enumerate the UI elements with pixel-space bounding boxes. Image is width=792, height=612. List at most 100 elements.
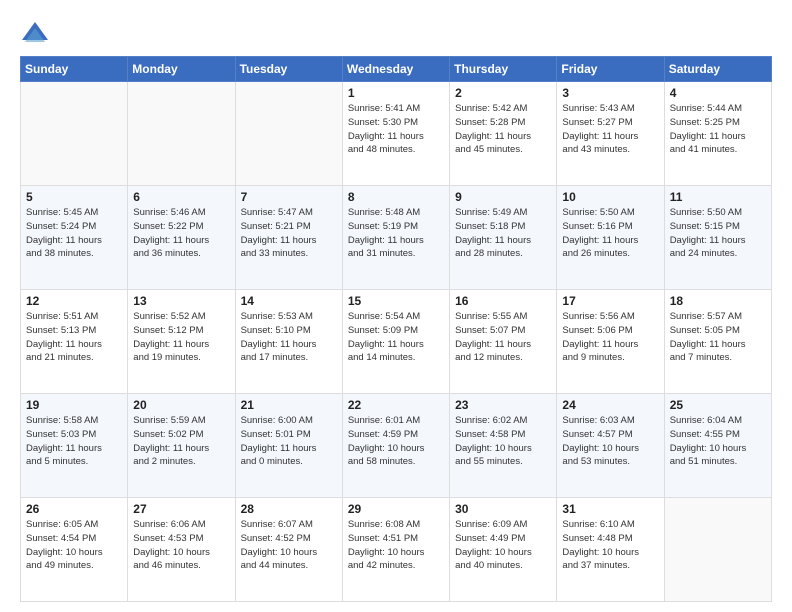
day-info: Sunrise: 5:53 AM Sunset: 5:10 PM Dayligh…: [241, 310, 337, 365]
day-number: 22: [348, 398, 444, 412]
calendar-cell: 13 Sunrise: 5:52 AM Sunset: 5:12 PM Dayli…: [128, 290, 235, 394]
calendar-week-0: 1 Sunrise: 5:41 AM Sunset: 5:30 PM Daylig…: [21, 82, 772, 186]
calendar-cell: 5 Sunrise: 5:45 AM Sunset: 5:24 PM Daylig…: [21, 186, 128, 290]
logo: [20, 18, 54, 48]
calendar-cell: 4 Sunrise: 5:44 AM Sunset: 5:25 PM Daylig…: [664, 82, 771, 186]
day-number: 2: [455, 86, 551, 100]
day-info: Sunrise: 5:52 AM Sunset: 5:12 PM Dayligh…: [133, 310, 229, 365]
header: [20, 18, 772, 48]
calendar-cell: 22Sunrise: 6:01 AM Sunset: 4:59 PM Dayli…: [342, 394, 449, 498]
day-info: Sunrise: 6:02 AM Sunset: 4:58 PM Dayligh…: [455, 414, 551, 469]
day-info: Sunrise: 5:49 AM Sunset: 5:18 PM Dayligh…: [455, 206, 551, 261]
calendar-cell: 15 Sunrise: 5:54 AM Sunset: 5:09 PM Dayli…: [342, 290, 449, 394]
day-info: Sunrise: 5:59 AM Sunset: 5:02 PM Dayligh…: [133, 414, 229, 469]
day-number: 18: [670, 294, 766, 308]
calendar-cell: [21, 82, 128, 186]
calendar-header-wednesday: Wednesday: [342, 57, 449, 82]
calendar-header-saturday: Saturday: [664, 57, 771, 82]
day-info: Sunrise: 5:50 AM Sunset: 5:15 PM Dayligh…: [670, 206, 766, 261]
day-number: 28: [241, 502, 337, 516]
calendar-table: SundayMondayTuesdayWednesdayThursdayFrid…: [20, 56, 772, 602]
day-number: 1: [348, 86, 444, 100]
calendar-week-4: 26 Sunrise: 6:05 AM Sunset: 4:54 PM Dayli…: [21, 498, 772, 602]
day-number: 13: [133, 294, 229, 308]
calendar-cell: 31 Sunrise: 6:10 AM Sunset: 4:48 PM Dayli…: [557, 498, 664, 602]
day-number: 12: [26, 294, 122, 308]
calendar-cell: 19 Sunrise: 5:58 AM Sunset: 5:03 PM Dayli…: [21, 394, 128, 498]
calendar-cell: [235, 82, 342, 186]
calendar-cell: [128, 82, 235, 186]
day-number: 9: [455, 190, 551, 204]
day-number: 19: [26, 398, 122, 412]
day-info: Sunrise: 6:07 AM Sunset: 4:52 PM Dayligh…: [241, 518, 337, 573]
calendar-cell: 28 Sunrise: 6:07 AM Sunset: 4:52 PM Dayli…: [235, 498, 342, 602]
calendar-header-monday: Monday: [128, 57, 235, 82]
day-number: 31: [562, 502, 658, 516]
day-number: 15: [348, 294, 444, 308]
calendar-cell: 11 Sunrise: 5:50 AM Sunset: 5:15 PM Dayli…: [664, 186, 771, 290]
day-info: Sunrise: 5:55 AM Sunset: 5:07 PM Dayligh…: [455, 310, 551, 365]
day-info: Sunrise: 6:06 AM Sunset: 4:53 PM Dayligh…: [133, 518, 229, 573]
day-info: Sunrise: 5:41 AM Sunset: 5:30 PM Dayligh…: [348, 102, 444, 157]
day-info: Sunrise: 5:44 AM Sunset: 5:25 PM Dayligh…: [670, 102, 766, 157]
day-info: Sunrise: 5:54 AM Sunset: 5:09 PM Dayligh…: [348, 310, 444, 365]
logo-icon: [20, 18, 50, 48]
day-info: Sunrise: 5:45 AM Sunset: 5:24 PM Dayligh…: [26, 206, 122, 261]
calendar-cell: [664, 498, 771, 602]
calendar-week-1: 5 Sunrise: 5:45 AM Sunset: 5:24 PM Daylig…: [21, 186, 772, 290]
calendar-header-row: SundayMondayTuesdayWednesdayThursdayFrid…: [21, 57, 772, 82]
calendar-header-friday: Friday: [557, 57, 664, 82]
day-info: Sunrise: 5:43 AM Sunset: 5:27 PM Dayligh…: [562, 102, 658, 157]
day-info: Sunrise: 5:47 AM Sunset: 5:21 PM Dayligh…: [241, 206, 337, 261]
calendar-header-sunday: Sunday: [21, 57, 128, 82]
day-info: Sunrise: 5:48 AM Sunset: 5:19 PM Dayligh…: [348, 206, 444, 261]
calendar-cell: 6 Sunrise: 5:46 AM Sunset: 5:22 PM Daylig…: [128, 186, 235, 290]
calendar-cell: 2 Sunrise: 5:42 AM Sunset: 5:28 PM Daylig…: [450, 82, 557, 186]
day-info: Sunrise: 5:57 AM Sunset: 5:05 PM Dayligh…: [670, 310, 766, 365]
calendar-cell: 10 Sunrise: 5:50 AM Sunset: 5:16 PM Dayli…: [557, 186, 664, 290]
calendar-cell: 7 Sunrise: 5:47 AM Sunset: 5:21 PM Daylig…: [235, 186, 342, 290]
calendar-cell: 24Sunrise: 6:03 AM Sunset: 4:57 PM Dayli…: [557, 394, 664, 498]
day-number: 8: [348, 190, 444, 204]
calendar-cell: 26 Sunrise: 6:05 AM Sunset: 4:54 PM Dayli…: [21, 498, 128, 602]
day-number: 7: [241, 190, 337, 204]
calendar-cell: 18 Sunrise: 5:57 AM Sunset: 5:05 PM Dayli…: [664, 290, 771, 394]
day-number: 5: [26, 190, 122, 204]
day-number: 14: [241, 294, 337, 308]
day-info: Sunrise: 6:00 AM Sunset: 5:01 PM Dayligh…: [241, 414, 337, 469]
calendar-header-tuesday: Tuesday: [235, 57, 342, 82]
day-info: Sunrise: 5:51 AM Sunset: 5:13 PM Dayligh…: [26, 310, 122, 365]
calendar-cell: 30Sunrise: 6:09 AM Sunset: 4:49 PM Dayli…: [450, 498, 557, 602]
day-info: Sunrise: 6:10 AM Sunset: 4:48 PM Dayligh…: [562, 518, 658, 573]
calendar-cell: 21Sunrise: 6:00 AM Sunset: 5:01 PM Dayli…: [235, 394, 342, 498]
day-info: Sunrise: 5:46 AM Sunset: 5:22 PM Dayligh…: [133, 206, 229, 261]
day-number: 20: [133, 398, 229, 412]
day-number: 11: [670, 190, 766, 204]
day-info: Sunrise: 6:04 AM Sunset: 4:55 PM Dayligh…: [670, 414, 766, 469]
day-number: 26: [26, 502, 122, 516]
day-info: Sunrise: 5:42 AM Sunset: 5:28 PM Dayligh…: [455, 102, 551, 157]
day-number: 6: [133, 190, 229, 204]
day-number: 3: [562, 86, 658, 100]
day-number: 24: [562, 398, 658, 412]
day-number: 16: [455, 294, 551, 308]
day-info: Sunrise: 5:50 AM Sunset: 5:16 PM Dayligh…: [562, 206, 658, 261]
calendar-cell: 9 Sunrise: 5:49 AM Sunset: 5:18 PM Daylig…: [450, 186, 557, 290]
calendar-header-thursday: Thursday: [450, 57, 557, 82]
day-info: Sunrise: 6:05 AM Sunset: 4:54 PM Dayligh…: [26, 518, 122, 573]
page: SundayMondayTuesdayWednesdayThursdayFrid…: [0, 0, 792, 612]
day-number: 23: [455, 398, 551, 412]
calendar-cell: 17Sunrise: 5:56 AM Sunset: 5:06 PM Dayli…: [557, 290, 664, 394]
calendar-week-3: 19 Sunrise: 5:58 AM Sunset: 5:03 PM Dayli…: [21, 394, 772, 498]
day-number: 4: [670, 86, 766, 100]
calendar-cell: 25Sunrise: 6:04 AM Sunset: 4:55 PM Dayli…: [664, 394, 771, 498]
day-info: Sunrise: 5:58 AM Sunset: 5:03 PM Dayligh…: [26, 414, 122, 469]
calendar-cell: 23 Sunrise: 6:02 AM Sunset: 4:58 PM Dayli…: [450, 394, 557, 498]
day-number: 29: [348, 502, 444, 516]
calendar-cell: 16 Sunrise: 5:55 AM Sunset: 5:07 PM Dayli…: [450, 290, 557, 394]
day-number: 17: [562, 294, 658, 308]
day-number: 10: [562, 190, 658, 204]
calendar-cell: 12 Sunrise: 5:51 AM Sunset: 5:13 PM Dayli…: [21, 290, 128, 394]
calendar-cell: 3 Sunrise: 5:43 AM Sunset: 5:27 PM Daylig…: [557, 82, 664, 186]
calendar-cell: 1 Sunrise: 5:41 AM Sunset: 5:30 PM Daylig…: [342, 82, 449, 186]
